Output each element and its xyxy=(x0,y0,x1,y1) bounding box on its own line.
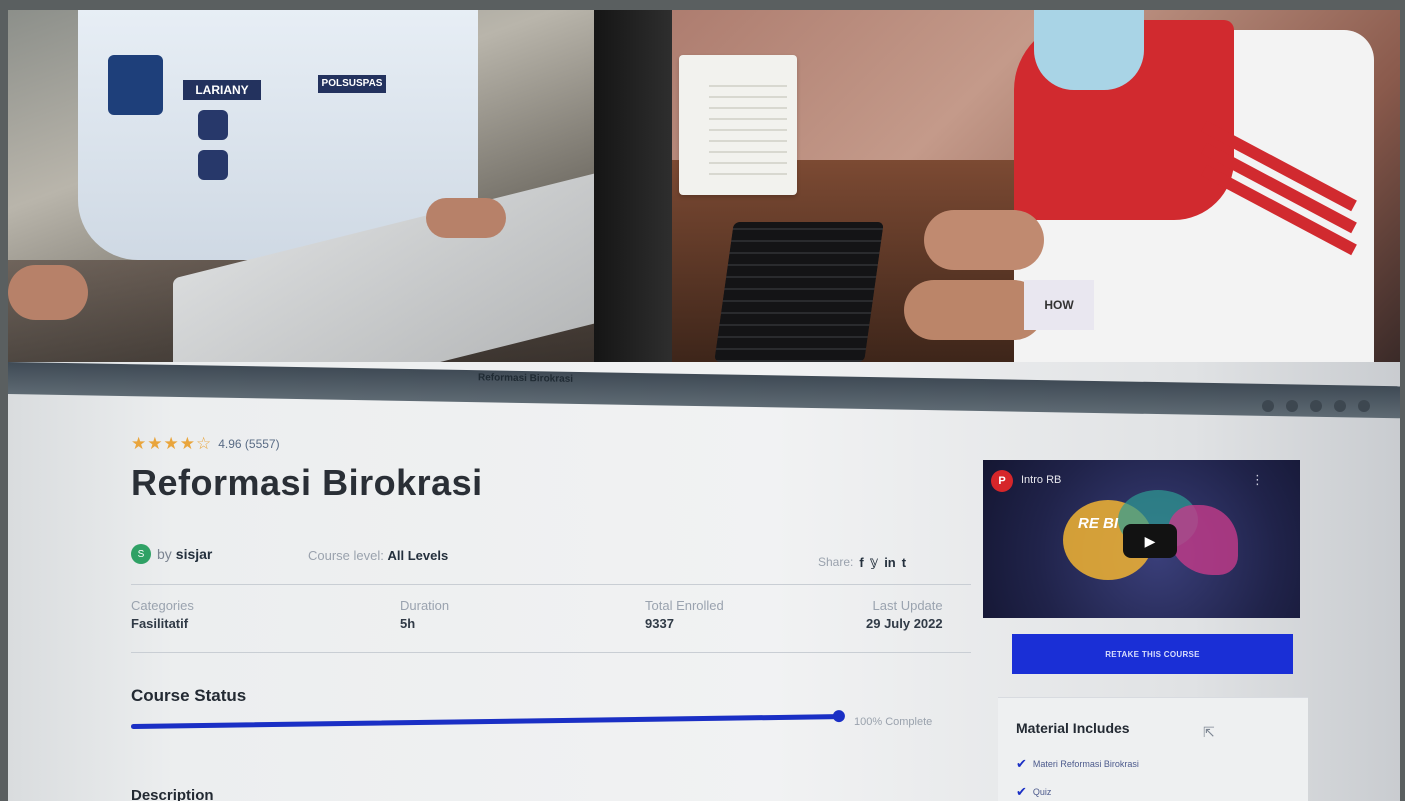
channel-avatar[interactable]: P xyxy=(991,470,1013,492)
face-mask xyxy=(1034,10,1144,90)
material-includes-heading: Material Includes xyxy=(1016,720,1130,736)
course-rating: ★★★★☆ 4.96 (5557) xyxy=(131,434,280,454)
window-icon[interactable] xyxy=(1334,400,1346,412)
course-level: Course level: All Levels xyxy=(308,548,448,563)
material-item: ✔ Quiz xyxy=(1016,784,1051,800)
meta-last-update: Last Update 29 July 2022 xyxy=(866,598,943,631)
meta-label: Total Enrolled xyxy=(645,598,724,613)
meta-total-enrolled: Total Enrolled 9337 xyxy=(645,598,724,631)
course-level-value: All Levels xyxy=(387,548,449,563)
share-row: Share: f 𝕪 in t xyxy=(818,554,906,570)
browser-extension-icons xyxy=(1262,400,1370,412)
hand xyxy=(426,198,506,238)
video-graphic xyxy=(1168,505,1238,575)
meta-value: 9337 xyxy=(645,616,674,631)
meta-label: Categories xyxy=(131,598,194,613)
check-icon: ✔ xyxy=(1016,784,1027,799)
photo-man-keyboard: HOW xyxy=(594,10,1400,362)
video-title[interactable]: Intro RB xyxy=(1021,474,1061,486)
progress-text: 100% Complete xyxy=(854,716,933,728)
photo-officer-laptop: LARIANY POLSUSPAS xyxy=(8,10,594,366)
hand xyxy=(8,265,88,320)
retake-course-button[interactable]: RETAKE THIS COURSE xyxy=(1012,634,1293,674)
material-label: Materi Reformasi Birokrasi xyxy=(1032,759,1139,769)
badge-emblem xyxy=(198,110,228,140)
laptop-screen: Reformasi Birokrasi ★★★★☆ 4.96 (5557) Re… xyxy=(8,362,1400,801)
rating-value: 4.96 (5557) xyxy=(218,437,280,451)
arm-badge: POLSUSPAS xyxy=(318,75,386,93)
check-icon: ✔ xyxy=(1016,756,1027,771)
avatar: S xyxy=(131,544,151,564)
badge-emblem xyxy=(198,150,228,180)
meta-duration: Duration 5h xyxy=(400,598,449,631)
shoulder-patch xyxy=(108,55,163,115)
mouse-cursor-icon: ⇱ xyxy=(1203,724,1215,740)
video-overlay-text: RE BI xyxy=(1078,515,1119,532)
progress-knob xyxy=(832,710,846,723)
intro-video[interactable]: RE BI P Intro RB ⋮ ▶ xyxy=(983,460,1300,618)
linkedin-icon[interactable]: in xyxy=(884,555,896,570)
course-title: Reformasi Birokrasi xyxy=(131,462,483,503)
star-rating-icon: ★★★★☆ xyxy=(131,434,213,453)
extension-icon[interactable] xyxy=(1262,400,1274,412)
product-box: HOW xyxy=(1024,280,1094,330)
name-tag: LARIANY xyxy=(183,80,261,100)
meta-label: Duration xyxy=(400,598,450,613)
hand xyxy=(924,210,1044,270)
extension-icon[interactable] xyxy=(1286,400,1298,412)
browser-tab[interactable]: Reformasi Birokrasi xyxy=(478,372,573,385)
profile-icon[interactable] xyxy=(1358,400,1370,412)
more-icon[interactable]: ⋮ xyxy=(1251,472,1264,488)
keyboard xyxy=(714,222,884,362)
desk-calendar xyxy=(679,55,797,195)
browser-tab-bar: Reformasi Birokrasi xyxy=(8,362,1400,419)
hand xyxy=(904,280,1044,340)
progress-fill xyxy=(130,710,846,729)
meta-value[interactable]: Fasilitatif xyxy=(131,616,194,631)
divider xyxy=(131,652,971,653)
tumblr-icon[interactable]: t xyxy=(902,555,906,570)
description-heading: Description xyxy=(131,787,214,801)
material-includes-box: Material Includes ⇱ ✔ Materi Reformasi B… xyxy=(998,697,1308,801)
meta-categories: Categories Fasilitatif xyxy=(131,598,194,631)
meta-label: Last Update xyxy=(872,598,943,613)
play-icon[interactable]: ▶ xyxy=(1123,524,1177,558)
meta-value: 5h xyxy=(400,616,416,631)
divider xyxy=(131,584,971,585)
author-prefix: by xyxy=(157,546,172,562)
course-level-label: Course level: xyxy=(308,548,384,563)
facebook-icon[interactable]: f xyxy=(859,555,863,570)
material-label: Quiz xyxy=(1032,787,1052,797)
puzzle-icon[interactable] xyxy=(1310,400,1322,412)
monitor-edge xyxy=(594,10,672,362)
meta-value: 29 July 2022 xyxy=(866,616,943,631)
material-item: ✔ Materi Reformasi Birokrasi xyxy=(1016,756,1139,772)
course-status-heading: Course Status xyxy=(131,686,247,705)
course-progress-bar xyxy=(130,710,846,729)
author-link[interactable]: sisjar xyxy=(176,546,213,562)
twitter-icon[interactable]: 𝕪 xyxy=(870,554,878,570)
author-row: S by sisjar xyxy=(131,544,212,564)
share-label: Share: xyxy=(818,555,854,569)
